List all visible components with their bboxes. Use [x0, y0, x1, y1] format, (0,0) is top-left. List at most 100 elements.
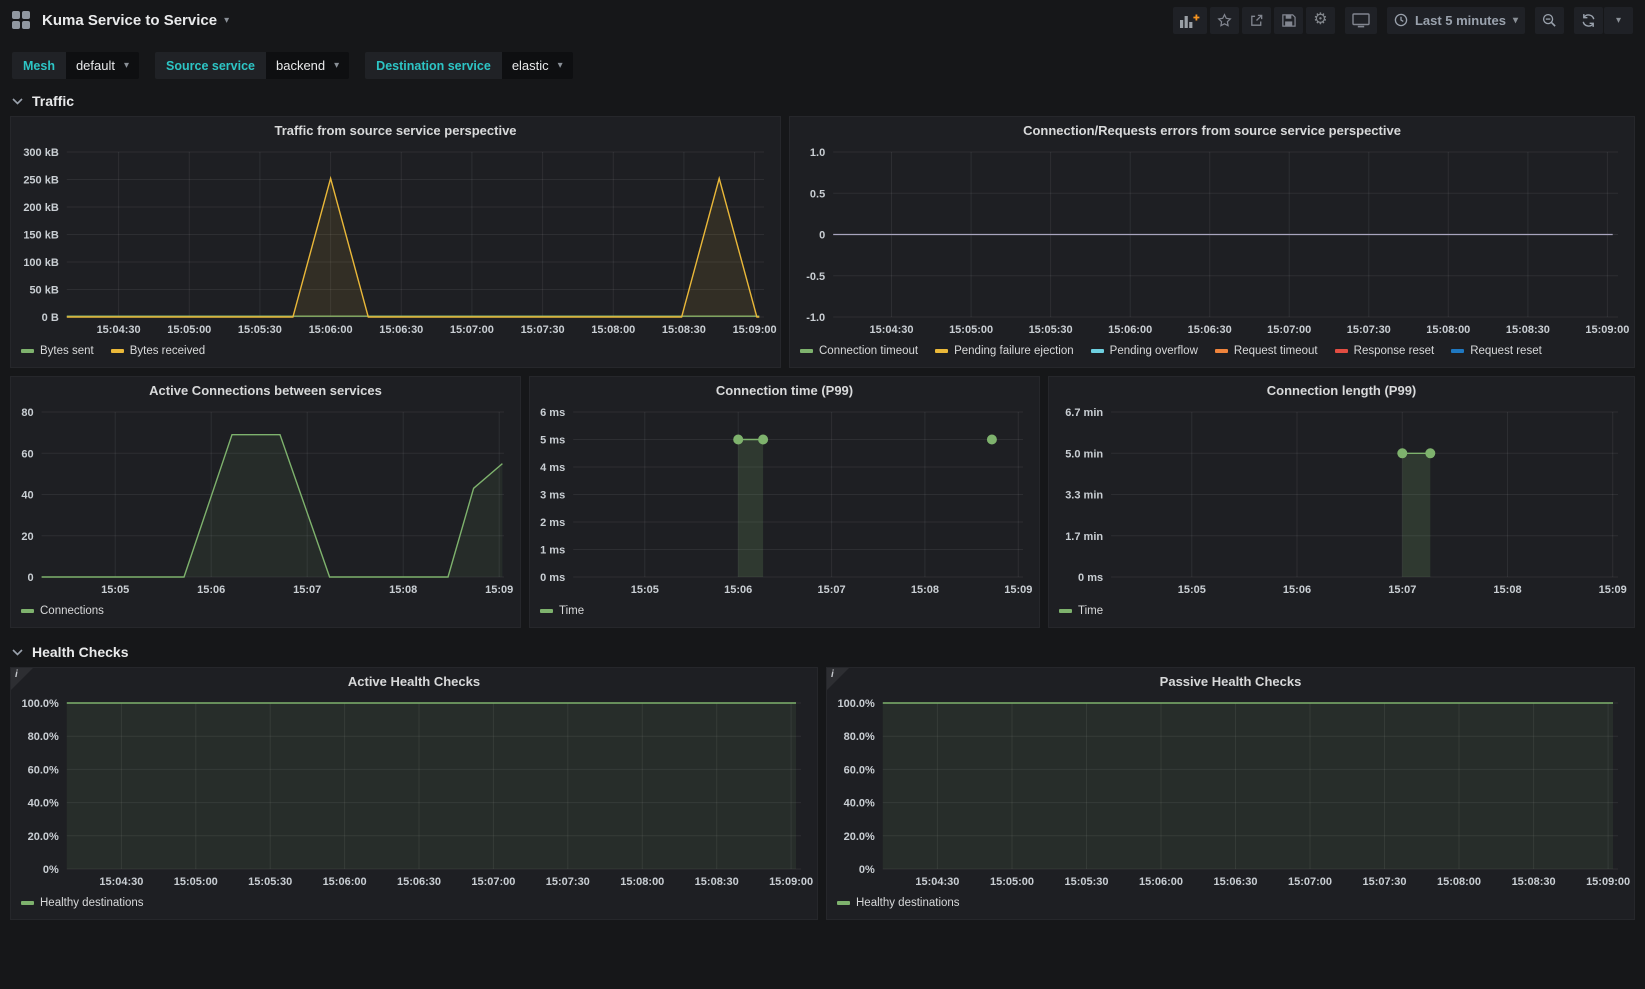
legend-label: Pending overflow [1110, 345, 1198, 357]
panel-title[interactable]: Connection time (P99) [530, 377, 1039, 404]
chart-connection-length[interactable]: 0 ms1.7 min3.3 min5.0 min6.7 min15:0515:… [1049, 404, 1634, 599]
legend-swatch [837, 901, 850, 905]
panel-passive-health-checks: i Passive Health Checks 0%20.0%40.0%60.0… [826, 667, 1635, 920]
gear-icon: ⚙ [1313, 12, 1327, 28]
svg-text:15:08:00: 15:08:00 [620, 876, 664, 888]
clock-icon [1394, 13, 1408, 27]
save-button[interactable] [1274, 7, 1303, 34]
panel-title[interactable]: Connection length (P99) [1049, 377, 1634, 404]
panel-title[interactable]: Passive Health Checks [827, 668, 1634, 695]
svg-text:15:08:00: 15:08:00 [1426, 324, 1470, 336]
section-title: Health Checks [32, 644, 128, 660]
svg-text:0: 0 [819, 230, 825, 242]
settings-button[interactable]: ⚙ [1306, 7, 1335, 34]
legend-item[interactable]: Response reset [1335, 345, 1435, 357]
svg-text:15:05:30: 15:05:30 [1064, 876, 1108, 888]
svg-text:15:07:00: 15:07:00 [1288, 876, 1332, 888]
chart-passive-health-checks[interactable]: 0%20.0%40.0%60.0%80.0%100.0%15:04:3015:0… [827, 695, 1634, 891]
panel-connection-errors: Connection/Requests errors from source s… [789, 116, 1635, 368]
svg-text:4 ms: 4 ms [540, 462, 565, 474]
share-icon [1249, 13, 1264, 28]
panel-title[interactable]: Traffic from source service perspective [11, 117, 780, 144]
svg-text:3 ms: 3 ms [540, 490, 565, 502]
svg-text:80: 80 [21, 407, 33, 419]
chart-active-connections[interactable]: 02040608015:0515:0615:0715:0815:09 [11, 404, 520, 599]
legend-swatch [111, 349, 124, 353]
legend-item[interactable]: Pending overflow [1091, 345, 1198, 357]
section-header-traffic[interactable]: Traffic [0, 85, 1645, 116]
svg-text:15:08:30: 15:08:30 [1512, 876, 1556, 888]
legend-item[interactable]: Request timeout [1215, 345, 1318, 357]
svg-text:15:05: 15:05 [101, 584, 129, 596]
svg-text:60.0%: 60.0% [28, 764, 59, 776]
share-button[interactable] [1242, 7, 1271, 34]
section-header-health-checks[interactable]: Health Checks [0, 636, 1645, 667]
variable-value-dropdown[interactable]: elastic ▾ [502, 52, 573, 79]
svg-text:250 kB: 250 kB [23, 175, 59, 187]
refresh-button[interactable] [1574, 7, 1603, 34]
info-icon: i [831, 669, 834, 680]
legend-item[interactable]: Time [540, 605, 584, 617]
svg-text:50 kB: 50 kB [29, 285, 58, 297]
variable-value-dropdown[interactable]: default ▾ [66, 52, 139, 79]
legend-item[interactable]: Bytes sent [21, 345, 94, 357]
chart-connection-errors[interactable]: 1.00.50-0.5-1.015:04:3015:05:0015:05:301… [790, 144, 1634, 339]
svg-text:15:08:30: 15:08:30 [1506, 324, 1550, 336]
panel-connection-time: Connection time (P99) 0 ms1 ms2 ms3 ms4 … [529, 376, 1040, 628]
svg-text:15:08:30: 15:08:30 [662, 324, 706, 336]
legend-item[interactable]: Healthy destinations [837, 897, 960, 909]
variable-value-dropdown[interactable]: backend ▾ [266, 52, 349, 79]
svg-text:15:07:00: 15:07:00 [450, 324, 494, 336]
legend-item[interactable]: Request reset [1451, 345, 1542, 357]
svg-text:15:09:00: 15:09:00 [1585, 324, 1629, 336]
svg-text:15:08:00: 15:08:00 [591, 324, 635, 336]
chevron-down-icon: ▾ [334, 60, 339, 71]
legend-item[interactable]: Connections [21, 605, 104, 617]
zoom-out-button[interactable] [1535, 7, 1564, 34]
svg-text:15:06: 15:06 [197, 584, 225, 596]
legend: Time [1049, 599, 1634, 627]
navbar: Kuma Service to Service ▾ ⚙ [0, 0, 1645, 40]
chevron-down-icon [12, 649, 23, 656]
chart-traffic-source[interactable]: 0 B50 kB100 kB150 kB200 kB250 kB300 kB15… [11, 144, 780, 339]
panel-title[interactable]: Active Connections between services [11, 377, 520, 404]
legend-item[interactable]: Pending failure ejection [935, 345, 1074, 357]
svg-text:15:06: 15:06 [1283, 584, 1311, 596]
grid-logo-icon[interactable] [12, 11, 30, 29]
legend-item[interactable]: Connection timeout [800, 345, 918, 357]
svg-text:0 ms: 0 ms [1078, 572, 1103, 584]
variable-controls: Mesh default ▾ Source service backend ▾ … [0, 40, 1645, 85]
panel-title[interactable]: Connection/Requests errors from source s… [790, 117, 1634, 144]
dashboard-title[interactable]: Kuma Service to Service [42, 12, 217, 29]
legend-item[interactable]: Time [1059, 605, 1103, 617]
panel-traffic-source: Traffic from source service perspective … [10, 116, 781, 368]
svg-text:15:06:30: 15:06:30 [397, 876, 441, 888]
legend-label: Connection timeout [819, 345, 918, 357]
legend-swatch [1335, 349, 1348, 353]
chart-connection-time[interactable]: 0 ms1 ms2 ms3 ms4 ms5 ms6 ms15:0515:0615… [530, 404, 1039, 599]
svg-text:15:09: 15:09 [1599, 584, 1627, 596]
star-button[interactable] [1210, 7, 1239, 34]
panel-connection-length: Connection length (P99) 0 ms1.7 min3.3 m… [1048, 376, 1635, 628]
chevron-down-icon: ▾ [224, 15, 229, 26]
svg-text:15:05: 15:05 [1178, 584, 1206, 596]
legend: Connection timeout Pending failure ejecti… [790, 339, 1634, 367]
svg-text:15:04:30: 15:04:30 [97, 324, 141, 336]
svg-text:80.0%: 80.0% [28, 731, 59, 743]
add-panel-button[interactable] [1173, 7, 1207, 34]
svg-text:-1.0: -1.0 [806, 312, 825, 324]
svg-text:0.5: 0.5 [810, 188, 825, 200]
section-title: Traffic [32, 93, 74, 109]
legend-swatch [21, 349, 34, 353]
svg-text:15:07: 15:07 [818, 584, 846, 596]
chart-active-health-checks[interactable]: 0%20.0%40.0%60.0%80.0%100.0%15:04:3015:0… [11, 695, 817, 891]
legend: Bytes sent Bytes received [11, 339, 780, 367]
legend-item[interactable]: Healthy destinations [21, 897, 144, 909]
svg-text:40.0%: 40.0% [28, 798, 59, 810]
refresh-interval-dropdown[interactable]: ▾ [1604, 7, 1633, 34]
navbar-actions: ⚙ Last 5 minutes ▾ ▾ [1163, 7, 1633, 34]
legend-item[interactable]: Bytes received [111, 345, 205, 357]
time-range-picker[interactable]: Last 5 minutes ▾ [1387, 7, 1525, 34]
cycle-view-button[interactable] [1345, 7, 1377, 34]
panel-title[interactable]: Active Health Checks [11, 668, 817, 695]
